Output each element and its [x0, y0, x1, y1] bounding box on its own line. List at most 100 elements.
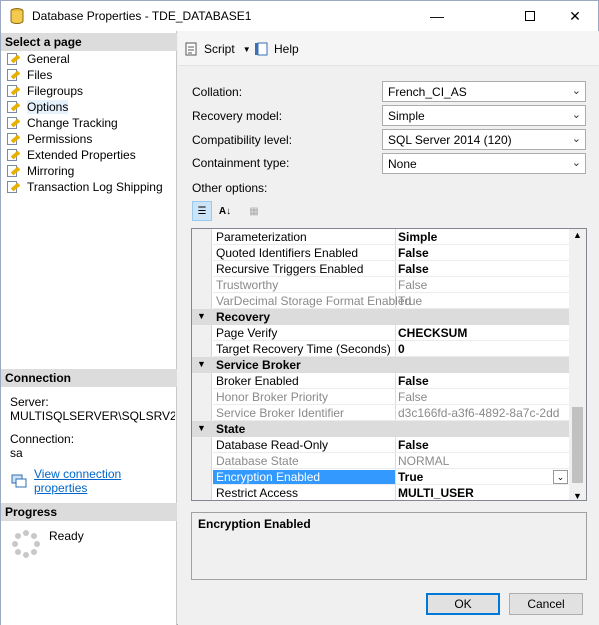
property-name: Broker Enabled [216, 374, 299, 388]
description-panel: Encryption Enabled [191, 512, 587, 580]
server-value: MULTISQLSERVER\SQLSRV201 [10, 409, 175, 423]
collapse-icon[interactable]: ▼ [197, 311, 206, 321]
property-value: False [398, 438, 429, 452]
collapse-icon[interactable]: ▼ [197, 423, 206, 433]
title-bar: Database Properties - TDE_DATABASE1 — ✕ [1, 1, 598, 31]
collation-select[interactable]: French_CI_AS ⌄ [382, 81, 586, 102]
close-button[interactable]: ✕ [552, 1, 598, 31]
connection-value: sa [10, 446, 23, 460]
chevron-down-icon: ⌄ [571, 109, 581, 121]
page-icon [5, 132, 21, 146]
category-label: State [216, 422, 246, 436]
property-value: NORMAL [398, 454, 450, 468]
left-pane: Select a page General Files Filegroups Opti… [1, 31, 177, 625]
grid-property-row[interactable]: Encryption Enabled True ⌄ [192, 469, 570, 485]
progress-spinner-icon [11, 529, 41, 559]
property-name: Parameterization [216, 230, 307, 244]
property-name: Target Recovery Time (Seconds) [216, 342, 391, 356]
scroll-thumb[interactable] [572, 407, 583, 483]
page-icon [5, 164, 21, 178]
property-value: MULTI_USER [398, 486, 474, 500]
ok-button[interactable]: OK [426, 593, 500, 615]
page-item[interactable]: Extended Properties [5, 147, 136, 163]
category-label: Service Broker [216, 358, 301, 372]
grid-property-row[interactable]: Recursive Triggers Enabled False [192, 261, 570, 277]
view-connection-link[interactable]: View connection properties [34, 467, 176, 495]
property-name: Database State [216, 454, 299, 468]
collation-label: Collation: [192, 85, 243, 99]
property-value: False [398, 278, 428, 292]
property-value: False [398, 246, 429, 260]
page-item[interactable]: Transaction Log Shipping [5, 179, 163, 195]
collapse-icon[interactable]: ▼ [197, 359, 206, 369]
view-connection-properties[interactable]: View connection properties [11, 467, 176, 495]
maximize-button[interactable] [507, 1, 553, 31]
grid-property-row[interactable]: Trustworthy False [192, 277, 570, 293]
grid-category-row[interactable]: ▼ Service Broker [192, 357, 570, 373]
categorized-sort-button[interactable]: ☰ [192, 201, 212, 221]
grid-property-row[interactable]: Database Read-Only False [192, 437, 570, 453]
grid-toolbar: ☰ A↓ ▦ [192, 201, 264, 221]
sort-az-icon: A↓ [218, 205, 232, 217]
database-properties-window: Database Properties - TDE_DATABASE1 — ✕ … [0, 0, 599, 625]
page-item[interactable]: Permissions [5, 131, 92, 147]
scroll-down-icon[interactable]: ▼ [573, 491, 582, 500]
scroll-up-icon[interactable]: ▲ [573, 230, 582, 240]
property-name: Trustworthy [216, 278, 279, 292]
page-item-label: Transaction Log Shipping [27, 180, 163, 194]
grid-property-row[interactable]: Broker Enabled False [192, 373, 570, 389]
property-name: Encryption Enabled [213, 470, 395, 484]
page-item[interactable]: General [5, 51, 70, 67]
dropdown-button[interactable]: ⌄ [553, 470, 568, 484]
grid-category-row[interactable]: ▼ State [192, 421, 570, 437]
page-item[interactable]: Options [5, 99, 69, 115]
grid-property-row[interactable]: Service Broker Identifier d3c166fd-a3f6-4… [192, 405, 570, 421]
grid-property-row[interactable]: Database State NORMAL [192, 453, 570, 469]
help-button[interactable]: Help [254, 41, 299, 57]
grid-category-row[interactable]: ▼ Recovery [192, 309, 570, 325]
connection-properties-icon [11, 474, 27, 488]
grid-scrollbar[interactable]: ▲ ▼ [569, 229, 586, 500]
page-icon [5, 100, 21, 114]
alphabetical-sort-button[interactable]: A↓ [215, 201, 235, 221]
page-icon [5, 84, 21, 98]
page-icon [5, 180, 21, 194]
script-button[interactable]: Script ▼ [184, 41, 251, 57]
page-icon [5, 148, 21, 162]
cancel-button[interactable]: Cancel [509, 593, 583, 615]
chevron-down-icon: ⌄ [571, 157, 581, 169]
property-name: Service Broker Identifier [216, 406, 345, 420]
page-item[interactable]: Change Tracking [5, 115, 118, 131]
script-label: Script [204, 42, 235, 56]
grid-property-row[interactable]: Quoted Identifiers Enabled False [192, 245, 570, 261]
help-label: Help [274, 42, 299, 56]
grid-property-row[interactable]: Page Verify CHECKSUM [192, 325, 570, 341]
page-item-label: Files [27, 68, 53, 82]
compatibility-level-select[interactable]: SQL Server 2014 (120) ⌄ [382, 129, 586, 150]
containment-type-select[interactable]: None ⌄ [382, 153, 586, 174]
grid-property-row[interactable]: Parameterization Simple [192, 229, 570, 245]
property-name: Recursive Triggers Enabled [216, 262, 364, 276]
grid-property-row[interactable]: Target Recovery Time (Seconds) 0 [192, 341, 570, 357]
other-options-label: Other options: [192, 181, 268, 195]
close-icon: ✕ [569, 7, 581, 24]
page-item[interactable]: Mirroring [5, 163, 74, 179]
property-value: False [398, 390, 428, 404]
property-name: Restrict Access [216, 486, 299, 500]
grid-property-row[interactable]: Restrict Access MULTI_USER [192, 485, 570, 500]
server-label: Server: [10, 395, 49, 409]
categorized-icon: ☰ [197, 205, 207, 217]
property-pages-button[interactable]: ▦ [244, 201, 264, 221]
grid-property-row[interactable]: VarDecimal Storage Format Enabled True [192, 293, 570, 309]
property-value: Simple [398, 230, 438, 244]
page-item[interactable]: Filegroups [5, 83, 83, 99]
containment-type-label: Containment type: [192, 156, 290, 170]
property-pages-icon: ▦ [249, 205, 259, 217]
select-page-header: Select a page [1, 33, 177, 51]
recovery-model-select[interactable]: Simple ⌄ [382, 105, 586, 126]
minimize-icon: — [430, 8, 444, 24]
minimize-button[interactable]: — [414, 1, 460, 31]
page-item[interactable]: Files [5, 67, 52, 83]
maximize-icon [525, 11, 535, 21]
grid-property-row[interactable]: Honor Broker Priority False [192, 389, 570, 405]
